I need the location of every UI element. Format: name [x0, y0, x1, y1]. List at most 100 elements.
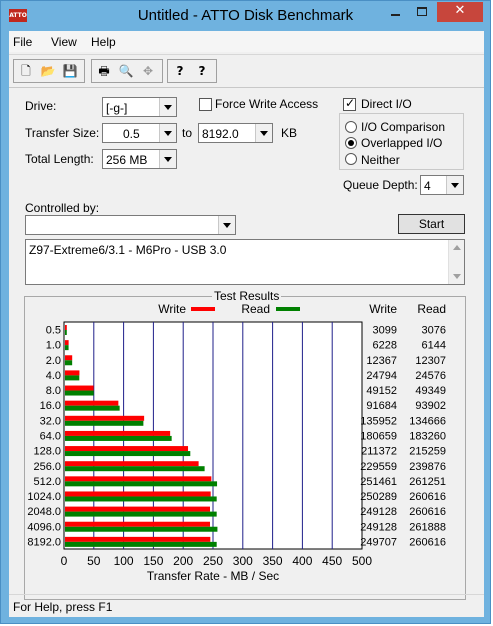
read-value: 261888	[409, 521, 446, 533]
legend-write-label: Write	[158, 302, 186, 316]
radio-overlapped-io[interactable]	[345, 137, 357, 149]
x-axis-label: Transfer Rate - MB / Sec	[147, 569, 279, 583]
radio-io-comparison[interactable]	[345, 121, 357, 133]
read-value: 215259	[409, 446, 446, 458]
y-tick-label: 1.0	[46, 340, 61, 352]
write-bar	[65, 521, 211, 527]
print-preview-button[interactable]: 🔍	[116, 62, 136, 81]
x-tick-label: 0	[61, 554, 68, 568]
y-tick-label: 16.0	[40, 400, 61, 412]
write-value: 249128	[360, 521, 397, 533]
force-write-checkbox[interactable]	[199, 98, 212, 111]
force-write-label: Force Write Access	[215, 97, 319, 111]
read-bar	[65, 496, 217, 502]
menu-file[interactable]: File	[13, 35, 32, 49]
y-tick-label: 2.0	[46, 355, 61, 367]
read-bar	[65, 541, 217, 547]
menu-view[interactable]: View	[51, 35, 77, 49]
maximize-icon	[417, 7, 427, 16]
move-button[interactable]: ✥	[138, 62, 158, 81]
write-value: 6228	[373, 340, 397, 352]
write-bar	[65, 461, 199, 467]
chevron-down-icon[interactable]	[159, 98, 176, 116]
new-icon: 🗋	[21, 64, 31, 78]
start-button[interactable]: Start	[398, 214, 465, 234]
y-tick-label: 8192.0	[27, 536, 61, 548]
read-bar	[65, 466, 205, 472]
read-bar	[65, 360, 73, 366]
y-tick-label: 4096.0	[27, 521, 61, 533]
chevron-down-icon[interactable]	[159, 150, 176, 168]
write-value: 251461	[360, 476, 397, 488]
read-value: 260616	[409, 536, 446, 548]
y-tick-label: 2048.0	[27, 506, 61, 518]
read-value: 49349	[415, 385, 446, 397]
client-area: File View Help 🗋 📂 💾 🖶 🔍 ✥ ? ? Drive: [-	[9, 31, 484, 617]
x-tick-label: 250	[203, 554, 223, 568]
legend-read-swatch	[276, 307, 300, 311]
maximize-button[interactable]	[409, 2, 435, 22]
direct-io-checkbox[interactable]	[343, 96, 356, 111]
scroll-up-icon[interactable]	[453, 245, 461, 250]
write-bar	[65, 370, 80, 376]
write-bar	[65, 415, 145, 421]
total-length-select[interactable]: 256 MB	[102, 149, 177, 169]
chevron-down-icon[interactable]	[159, 124, 176, 142]
y-tick-label: 512.0	[33, 476, 61, 488]
read-value: 24576	[415, 370, 446, 382]
title-bar[interactable]: ATTO Untitled - ATTO Disk Benchmark ✕	[1, 1, 490, 31]
write-bar	[65, 491, 211, 497]
new-button[interactable]: 🗋	[16, 62, 36, 81]
close-icon: ✕	[454, 3, 466, 18]
help-button[interactable]: ?	[170, 62, 190, 81]
move-icon: ✥	[142, 64, 154, 78]
write-value: 91684	[366, 400, 397, 412]
read-column-header: Read	[417, 302, 446, 316]
write-column-header: Write	[369, 302, 397, 316]
direct-io-label: Direct I/O	[361, 97, 412, 111]
close-button[interactable]: ✕	[437, 2, 483, 22]
minimize-button[interactable]	[383, 2, 409, 22]
chevron-down-icon[interactable]	[255, 124, 272, 142]
y-tick-label: 8.0	[46, 385, 61, 397]
read-bar	[65, 526, 218, 532]
write-bar	[65, 446, 189, 452]
write-value: 249707	[360, 536, 397, 548]
chevron-down-icon[interactable]	[218, 216, 235, 234]
transfer-from-select[interactable]: 0.5	[102, 123, 177, 143]
read-value: 183260	[409, 431, 446, 443]
test-results-panel: Test Results 0 50 100 150 200 250 300 350 400 450…	[24, 289, 466, 600]
drive-select[interactable]: [-g-]	[102, 97, 177, 117]
print-button[interactable]: 🖶	[94, 62, 114, 81]
save-button[interactable]: 💾	[60, 62, 80, 81]
open-button[interactable]: 📂	[38, 62, 58, 81]
menu-help[interactable]: Help	[91, 35, 116, 49]
y-tick-label: 128.0	[33, 446, 61, 458]
y-tick-label: 256.0	[33, 461, 61, 473]
context-help-icon: ?	[198, 64, 206, 78]
scroll-down-icon[interactable]	[453, 274, 461, 279]
y-tick-label: 32.0	[40, 415, 61, 427]
context-help-button[interactable]: ?	[192, 62, 212, 81]
x-tick-label: 150	[143, 554, 163, 568]
queue-depth-select[interactable]: 4	[420, 175, 464, 195]
description-textarea[interactable]: Z97-Extreme6/3.1 - M6Pro - USB 3.0	[25, 239, 465, 285]
controlled-by-select[interactable]	[25, 215, 236, 235]
transfer-to-select[interactable]: 8192.0	[198, 123, 273, 143]
y-tick-label: 1024.0	[27, 491, 61, 503]
write-value: 249128	[360, 506, 397, 518]
read-value: 3076	[422, 325, 446, 337]
x-tick-label: 50	[87, 554, 101, 568]
read-value: 260616	[409, 491, 446, 503]
status-bar: For Help, press F1	[9, 594, 484, 617]
description-scrollbar[interactable]	[448, 240, 464, 284]
queue-depth-label: Queue Depth:	[343, 178, 418, 192]
x-tick-label: 400	[292, 554, 312, 568]
y-tick-label: 4.0	[46, 370, 61, 382]
chevron-down-icon[interactable]	[446, 176, 463, 194]
radio-neither[interactable]	[345, 153, 357, 165]
open-icon: 📂	[40, 64, 56, 78]
kb-label: KB	[281, 126, 298, 140]
toolbar: 🗋 📂 💾 🖶 🔍 ✥ ? ?	[9, 54, 484, 88]
write-value: 229559	[360, 461, 397, 473]
